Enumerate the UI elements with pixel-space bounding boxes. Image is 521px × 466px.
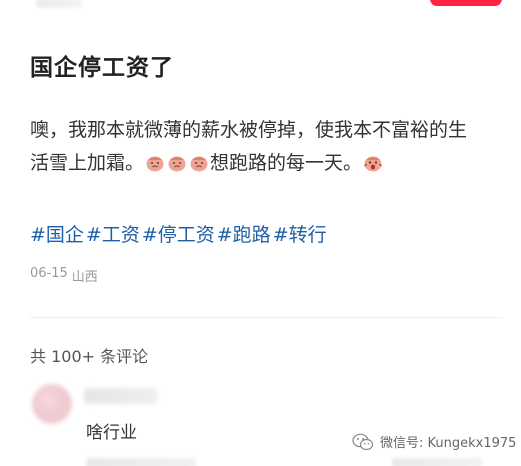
tag-career-change[interactable]: #转行 [273,220,327,247]
post-body: 噢，我那本就微薄的薪水被停掉，使我本不富裕的生活雪上加霜。 想跑路的每一天。 [30,114,470,180]
comment-text: 啥行业 [86,423,137,443]
watermark: 微信号: Kungekx1975 [352,432,516,451]
crying-face-icon [190,156,208,172]
crying-face-icon [146,156,164,172]
avatar[interactable] [32,384,72,424]
post-location: 山西 [71,270,98,285]
post-meta: 06-15 山西 [30,266,98,285]
wechat-icon [352,433,374,450]
tag-salary-stopped[interactable]: #停工资 [142,220,215,247]
comment-count: 共 100+ 条评论 [30,347,149,366]
blurred-commenter-name [84,388,158,404]
post-detail-page: 国企停工资了 噢，我那本就微薄的薪水被停掉，使我本不富裕的生活雪上加霜。 想跑路的… [0,0,521,466]
tag-salary[interactable]: #工资 [86,220,140,247]
divider [30,317,502,318]
screaming-face-icon [364,156,382,172]
post-date: 06-15 [30,266,68,281]
tag-list: #国企 #工资 #停工资 #跑路 #转行 [30,220,327,247]
blurred-comment-actions [392,458,482,466]
blurred-author-name [36,0,82,8]
post-title: 国企停工资了 [30,55,174,81]
crying-face-icon [168,156,186,172]
tag-run-away[interactable]: #跑路 [217,220,271,247]
follow-button[interactable] [430,0,502,6]
watermark-text: 微信号: Kungekx1975 [380,436,517,451]
post-body-text-end: 想跑路的每一天。 [210,152,363,174]
blurred-comment-meta [86,458,196,466]
tag-state-enterprise[interactable]: #国企 [30,220,84,247]
